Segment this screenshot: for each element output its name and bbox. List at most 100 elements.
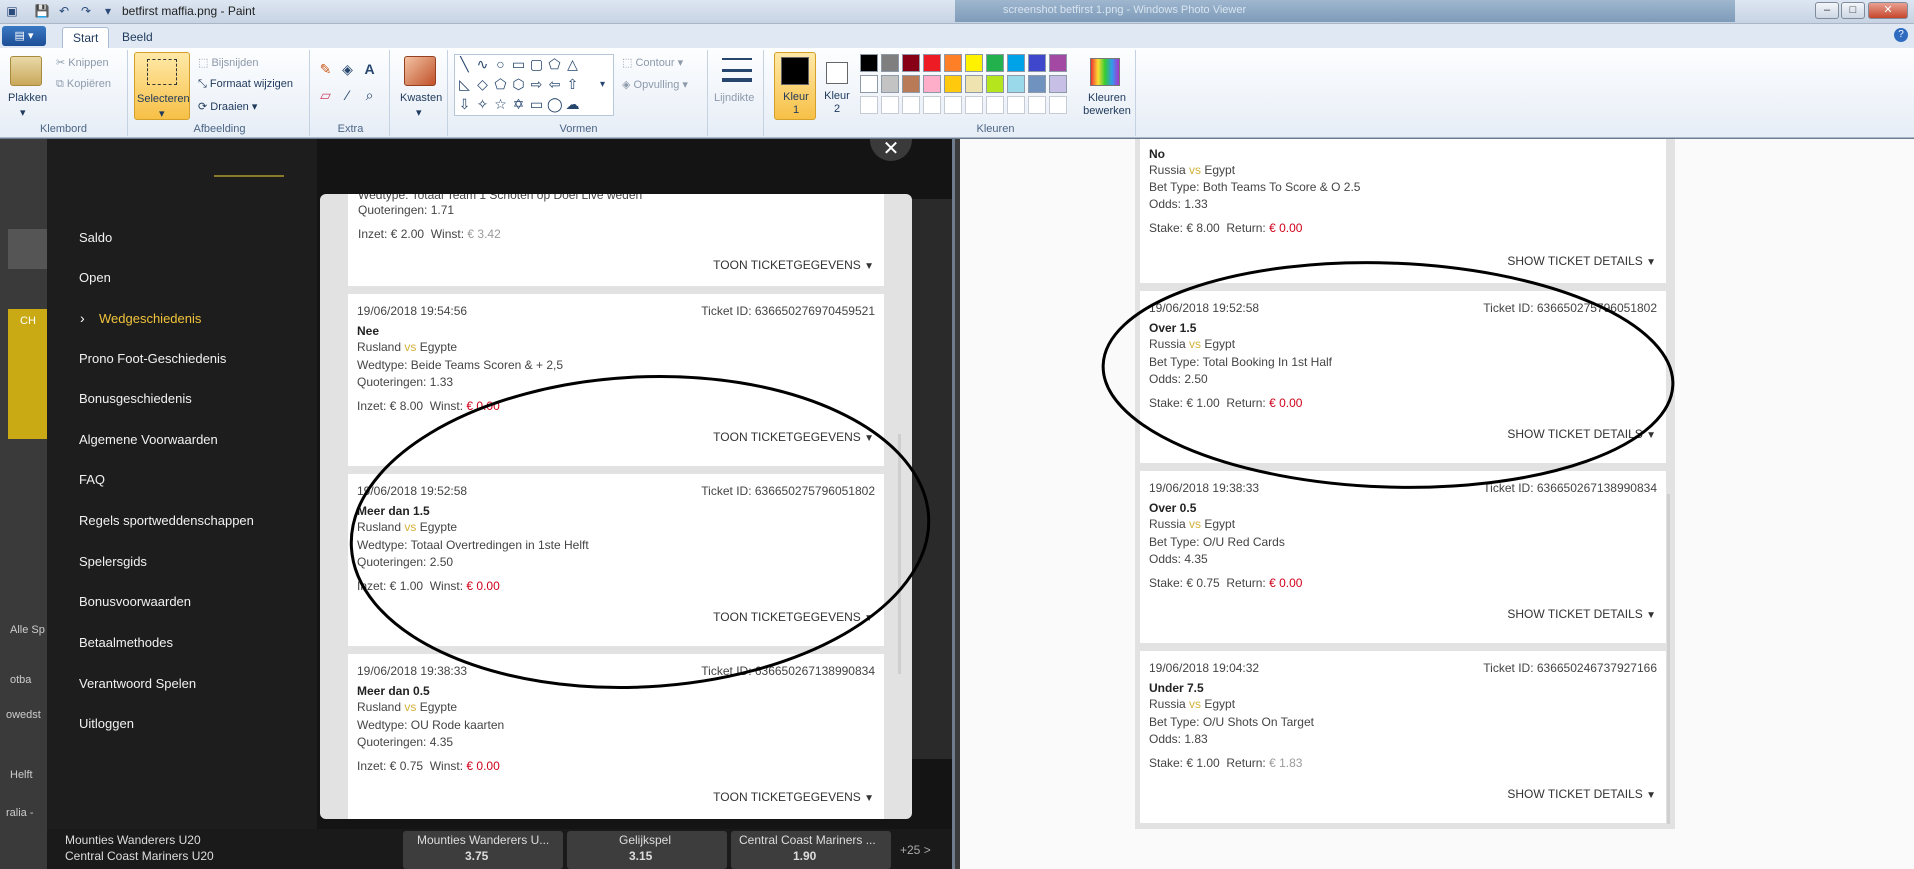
palette-custom-slot[interactable] [1028,96,1046,114]
bg-odds-home[interactable]: Mounties Wanderers U... 3.75 [403,831,563,869]
toon-ticketgegevens-button[interactable]: TOON TICKETGEGEVENS ▼ [713,610,874,624]
palette-custom-slot[interactable] [944,96,962,114]
save-icon[interactable]: 💾 [34,3,50,19]
close-button[interactable]: ✕ [1868,2,1908,19]
menu-item-regels[interactable]: Regels sportweddenschappen [79,513,254,528]
menu-item-algemene-voorwaarden[interactable]: Algemene Voorwaarden [79,432,218,447]
palette-custom-slot[interactable] [860,96,878,114]
minimize-button[interactable]: – [1815,2,1839,19]
palette-swatch[interactable] [1049,75,1067,93]
star6-shape-icon[interactable]: ✡ [511,97,526,112]
menu-item-open[interactable]: Open [79,270,111,285]
palette-custom-slot[interactable] [923,96,941,114]
crop-button[interactable]: ⬚ Bijsnijden [198,56,259,69]
toon-ticketgegevens-button[interactable]: TOON TICKETGEGEVENS ▼ [713,258,874,272]
palette-swatch[interactable] [1049,54,1067,72]
menu-item-bonusgeschiedenis[interactable]: Bonusgeschiedenis [79,391,192,406]
curve-shape-icon[interactable]: ∿ [475,57,490,72]
line-width-button[interactable]: Lijndikte [714,92,754,104]
shapes-gallery[interactable]: ╲ ∿ ○ ▭ ▢ ⬠ △ ◺ ◇ ⬠ ⬡ ⇨ ⇦ ⇧ ⇩ ✧ ☆ ✡ ▭ ◯ … [454,54,614,116]
menu-item-betaalmethodes[interactable]: Betaalmethodes [79,635,173,650]
paste-button[interactable]: Plakken [8,92,47,104]
menu-item-uitloggen[interactable]: Uitloggen [79,716,134,731]
palette-swatch[interactable] [986,75,1004,93]
star4-shape-icon[interactable]: ✧ [475,97,490,112]
palette-swatch[interactable] [944,54,962,72]
menu-item-bonusvoorwaarden[interactable]: Bonusvoorwaarden [79,594,191,609]
menu-item-faq[interactable]: FAQ [79,472,105,487]
palette-custom-slot[interactable] [1049,96,1067,114]
tab-start[interactable]: Start [62,27,110,48]
menu-item-verantwoord-spelen[interactable]: Verantwoord Spelen [79,676,196,691]
hexagon-shape-icon[interactable]: ⬡ [511,77,526,92]
palette-swatch[interactable] [860,75,878,93]
cloud-shape-icon[interactable]: ☁ [565,97,580,112]
palette-swatch[interactable] [902,54,920,72]
brushes-button[interactable]: Kwasten [400,92,442,104]
palette-swatch[interactable] [923,75,941,93]
brushes-dropdown-icon[interactable]: ▾ [416,106,422,119]
palette-custom-slot[interactable] [986,96,1004,114]
oval-shape-icon[interactable]: ○ [493,57,508,72]
diamond-shape-icon[interactable]: ◇ [475,77,490,92]
triangle-shape-icon[interactable]: △ [565,57,580,72]
color-picker-icon[interactable]: ⁄ [340,88,355,103]
brushes-icon[interactable] [404,56,436,86]
bg-odds-draw[interactable]: Gelijkspel 3.15 [567,831,727,869]
shapes-scroll-icon[interactable]: ▾ [595,77,610,92]
right-triangle-shape-icon[interactable]: ◺ [457,77,472,92]
menu-item-prono-foot[interactable]: Prono Foot-Geschiedenis [79,351,226,366]
palette-swatch[interactable] [1028,75,1046,93]
palette-custom-slot[interactable] [965,96,983,114]
eraser-icon[interactable]: ▱ [318,88,333,103]
file-menu-button[interactable]: ▤ ▾ [2,26,46,46]
rotate-button[interactable]: ⟳ Draaien ▾ [198,100,257,113]
pencil-icon[interactable]: ✎ [318,62,333,77]
palette-swatch[interactable] [1007,54,1025,72]
line-shape-icon[interactable]: ╲ [457,57,472,72]
menu-item-saldo[interactable]: Saldo [79,230,112,245]
callout-oval-shape-icon[interactable]: ◯ [547,97,563,112]
palette-swatch[interactable] [1007,75,1025,93]
bg-odds-away[interactable]: Central Coast Mariners ... 1.90 [731,831,891,869]
menu-item-wedgeschiedenis[interactable]: Wedgeschiedenis [99,311,201,326]
palette-swatch[interactable] [965,75,983,93]
maximize-button[interactable]: □ [1841,2,1865,19]
palette-swatch[interactable] [1028,54,1046,72]
redo-icon[interactable]: ↷ [78,3,94,19]
show-ticket-details-button[interactable]: SHOW TICKET DETAILS ▼ [1507,254,1656,268]
paste-dropdown-icon[interactable]: ▾ [20,106,26,119]
show-ticket-details-button[interactable]: SHOW TICKET DETAILS ▼ [1507,427,1656,441]
undo-icon[interactable]: ↶ [56,3,72,19]
palette-swatch[interactable] [881,54,899,72]
paint-app-icon[interactable]: ▣ [4,3,20,19]
magnifier-icon[interactable]: ⌕ [362,88,377,103]
cut-button[interactable]: ✂ Knippen [56,56,109,69]
color1-button[interactable]: Kleur 1 [774,52,816,120]
palette-swatch[interactable] [902,75,920,93]
help-icon[interactable]: ? [1894,28,1908,42]
show-ticket-details-button[interactable]: SHOW TICKET DETAILS ▼ [1507,607,1656,621]
toon-ticketgegevens-button[interactable]: TOON TICKETGEGEVENS ▼ [713,790,874,804]
pentagon-shape-icon[interactable]: ⬠ [493,77,508,92]
arrow-down-shape-icon[interactable]: ⇩ [457,97,472,112]
arrow-left-shape-icon[interactable]: ⇦ [547,77,562,92]
palette-custom-slot[interactable] [1007,96,1025,114]
toon-ticketgegevens-button[interactable]: TOON TICKETGEGEVENS ▼ [713,430,874,444]
panel-scrollbar[interactable] [898,434,901,674]
color2-button[interactable]: Kleur 2 [820,52,854,120]
star5-shape-icon[interactable]: ☆ [493,97,508,112]
palette-swatch[interactable] [881,75,899,93]
rectangle-shape-icon[interactable]: ▭ [511,57,526,72]
resize-button[interactable]: ⤡ Formaat wijzigen [198,78,293,91]
rounded-rectangle-shape-icon[interactable]: ▢ [529,57,544,72]
tab-beeld[interactable]: Beeld [112,27,163,48]
fill-icon[interactable]: ◈ [340,62,355,77]
edit-colors-icon[interactable] [1090,58,1120,86]
show-ticket-details-button[interactable]: SHOW TICKET DETAILS ▼ [1507,787,1656,801]
copy-button[interactable]: ⧉ Kopiëren [56,78,111,91]
paste-icon[interactable] [10,56,42,86]
palette-swatch[interactable] [923,54,941,72]
edit-colors-button[interactable]: Kleuren bewerken [1082,92,1132,118]
palette-swatch[interactable] [986,54,1004,72]
